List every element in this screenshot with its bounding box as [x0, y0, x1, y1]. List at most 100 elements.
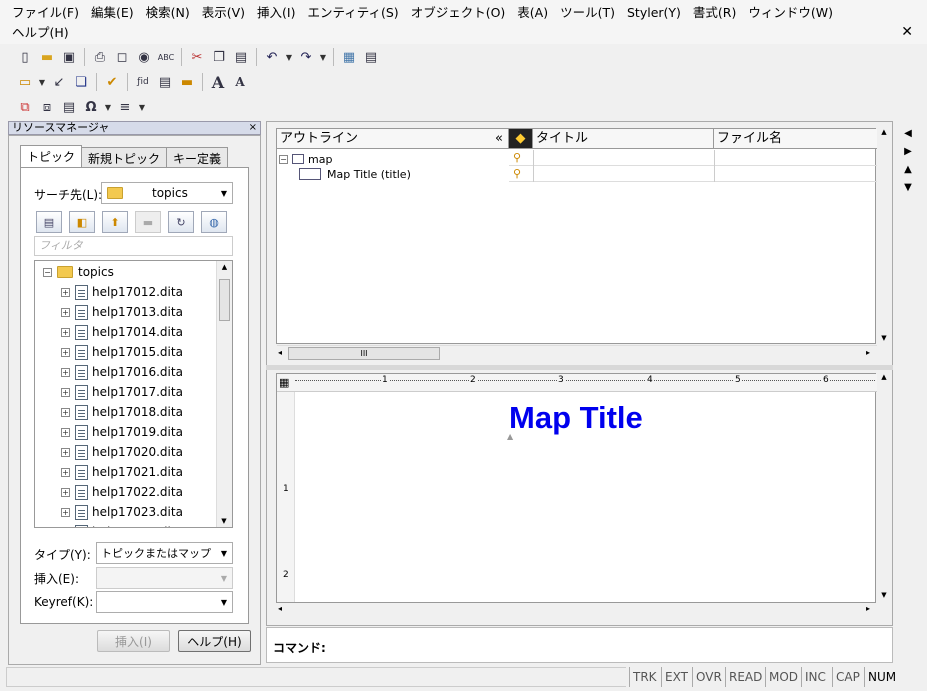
list-item[interactable]: + help17016.dita: [61, 362, 183, 382]
list-item[interactable]: + help17017.dita: [61, 382, 183, 402]
split-element-icon[interactable]: ❏: [70, 71, 92, 93]
menu-search[interactable]: 検索(N): [140, 4, 196, 22]
expand-icon[interactable]: +: [61, 307, 70, 317]
expand-icon[interactable]: +: [61, 427, 70, 437]
spellcheck-icon[interactable]: ABC: [155, 46, 177, 68]
outline-hscroll[interactable]: ◂ III ▸: [276, 346, 876, 362]
title-column-header[interactable]: タイトル: [533, 129, 714, 149]
close-document-icon[interactable]: ✕: [901, 24, 913, 40]
scroll-up-icon[interactable]: ▲: [217, 261, 232, 273]
menu-insert[interactable]: 挿入(I): [251, 4, 301, 22]
outline-row-title[interactable]: Map Title (title): [299, 166, 411, 182]
back-folder-icon[interactable]: ◧: [69, 211, 95, 233]
document-title[interactable]: Map Title: [509, 400, 643, 436]
expand-icon[interactable]: +: [61, 467, 70, 477]
refresh-icon[interactable]: ↻: [168, 211, 194, 233]
scroll-right-icon[interactable]: ▸: [866, 604, 870, 613]
new-document-icon[interactable]: ▯: [14, 46, 36, 68]
validate-icon[interactable]: ✔: [101, 71, 123, 93]
up-folder-icon[interactable]: ⬆: [102, 211, 128, 233]
arrow-left-icon[interactable]: ◀: [901, 128, 915, 146]
font-size-increase-icon[interactable]: A: [207, 71, 229, 93]
command-input[interactable]: [329, 634, 885, 658]
menu-entity[interactable]: エンティティ(S): [301, 4, 404, 22]
print-preview-icon[interactable]: ◻: [111, 46, 133, 68]
search-element-icon[interactable]: ⚲: [513, 167, 521, 180]
list-item[interactable]: + help17014.dita: [61, 322, 183, 342]
expand-icon[interactable]: +: [61, 287, 70, 297]
menu-tools[interactable]: ツール(T): [554, 4, 621, 22]
scroll-right-icon[interactable]: ▸: [866, 348, 870, 357]
insert-element-dropdown-icon[interactable]: ▼: [36, 71, 48, 93]
list-item[interactable]: + help17024.dita: [61, 522, 183, 529]
outline-column-header[interactable]: アウトライン «: [277, 129, 509, 149]
expand-icon[interactable]: +: [61, 528, 70, 529]
change-element-icon[interactable]: ↙: [48, 71, 70, 93]
menu-view[interactable]: 表示(V): [196, 4, 251, 22]
scroll-up-icon[interactable]: ▲: [877, 373, 891, 381]
expand-icon[interactable]: +: [61, 327, 70, 337]
scroll-thumb[interactable]: III: [288, 347, 440, 360]
type-select[interactable]: トピックまたはマップ ▼: [96, 542, 233, 564]
menu-format[interactable]: 書式(R): [687, 4, 742, 22]
editor-hscrollbar[interactable]: ◂ ▸: [276, 603, 876, 617]
menu-table[interactable]: 表(A): [511, 4, 554, 22]
undo-dropdown-icon[interactable]: ▼: [283, 46, 295, 68]
web-folder-icon[interactable]: ◍: [201, 211, 227, 233]
redo-icon[interactable]: ↷: [295, 46, 317, 68]
help-button[interactable]: ヘルプ(H): [178, 630, 251, 652]
pane-splitter[interactable]: [266, 365, 893, 370]
menu-edit[interactable]: 編集(E): [85, 4, 140, 22]
undo-icon[interactable]: ↶: [261, 46, 283, 68]
collapse-icon[interactable]: −: [279, 154, 288, 164]
list-item[interactable]: + help17013.dita: [61, 302, 183, 322]
list-view-icon[interactable]: ▤: [36, 211, 62, 233]
editor-vscrollbar[interactable]: ▲ ▼: [877, 373, 891, 603]
add-element-icon[interactable]: ⚲: [513, 151, 521, 164]
list-item[interactable]: + help17012.dita: [61, 282, 183, 302]
collapse-icon[interactable]: −: [43, 267, 52, 277]
outline-row-map[interactable]: − map: [279, 151, 332, 167]
tree-scrollbar[interactable]: ▲ ▼: [216, 261, 232, 527]
expand-icon[interactable]: +: [61, 447, 70, 457]
tab-topics[interactable]: トピック: [20, 145, 83, 167]
list-item[interactable]: + help17023.dita: [61, 502, 183, 522]
menu-help[interactable]: ヘルプ(H): [6, 25, 75, 40]
insert-element-icon[interactable]: ▭: [14, 71, 36, 93]
search-location-select[interactable]: topics ▼: [101, 182, 233, 204]
paste-icon[interactable]: ▤: [230, 46, 252, 68]
insert-note-icon[interactable]: ▤: [58, 96, 80, 118]
attributes-icon[interactable]: ▤: [154, 71, 176, 93]
scroll-down-icon[interactable]: ▼: [877, 334, 891, 342]
redo-dropdown-icon[interactable]: ▼: [317, 46, 329, 68]
menu-window[interactable]: ウィンドウ(W): [742, 4, 839, 22]
cut-icon[interactable]: ✂: [186, 46, 208, 68]
table-grid-icon[interactable]: ▦: [279, 376, 289, 389]
tree-root[interactable]: − topics: [43, 262, 114, 282]
find-binoculars-icon[interactable]: ◉: [133, 46, 155, 68]
insert-link-icon[interactable]: ⧈: [36, 96, 58, 118]
structure-view-icon[interactable]: ▤: [360, 46, 382, 68]
list-item[interactable]: + help17015.dita: [61, 342, 183, 362]
insert-xref-icon[interactable]: ⧉: [14, 96, 36, 118]
filter-input[interactable]: フィルタ: [34, 236, 233, 256]
menu-object[interactable]: オブジェクト(O): [405, 4, 512, 22]
copy-icon[interactable]: ❐: [208, 46, 230, 68]
filename-column-header[interactable]: ファイル名: [714, 129, 877, 149]
expand-icon[interactable]: +: [61, 407, 70, 417]
list-item[interactable]: + help17020.dita: [61, 442, 183, 462]
menu-file[interactable]: ファイル(F): [6, 4, 85, 22]
scroll-up-icon[interactable]: ▲: [877, 128, 891, 136]
list-item[interactable]: + help17018.dita: [61, 402, 183, 422]
scroll-left-icon[interactable]: ◂: [278, 604, 282, 613]
id-icon[interactable]: ƒid: [132, 71, 154, 93]
open-folder-icon[interactable]: ▬: [36, 46, 58, 68]
arrow-right-icon[interactable]: ▶: [901, 146, 915, 164]
save-icon[interactable]: ▣: [58, 46, 80, 68]
insert-special-character-icon[interactable]: Ω: [80, 96, 102, 118]
print-icon[interactable]: ⎙: [89, 46, 111, 68]
expand-icon[interactable]: +: [61, 347, 70, 357]
scroll-down-icon[interactable]: ▼: [877, 591, 891, 599]
tab-new-topic[interactable]: 新規トピック: [81, 147, 168, 167]
tab-key-definitions[interactable]: キー定義: [166, 147, 229, 167]
